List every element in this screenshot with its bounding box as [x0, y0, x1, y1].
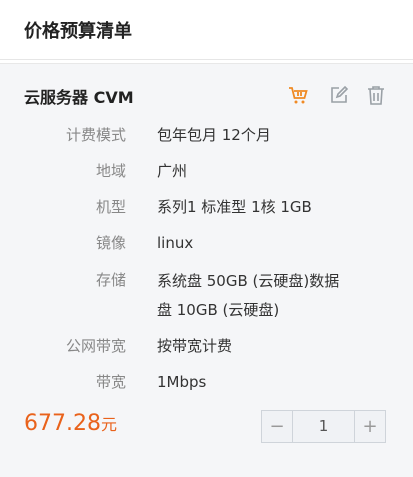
spec-label: 带宽 — [95, 373, 126, 391]
spec-label: 计费模式 — [65, 126, 126, 144]
spec-value: linux — [157, 234, 194, 252]
edit-icon[interactable] — [328, 84, 350, 106]
decrement-button[interactable]: − — [262, 411, 293, 442]
spec-label: 公网带宽 — [65, 337, 126, 355]
cart-icon[interactable] — [287, 84, 309, 106]
increment-button[interactable]: + — [354, 411, 385, 442]
quantity-stepper: − 1 + — [261, 410, 386, 443]
price-unit: 元 — [100, 415, 117, 434]
quantity-input[interactable]: 1 — [293, 411, 354, 442]
spec-value: 按带宽计费 — [157, 337, 233, 355]
spec-value: 系列1 标准型 1核 1GB — [157, 198, 312, 216]
page-title: 价格预算清单 — [0, 0, 413, 60]
product-card: 云服务器 CVM 计费模式 包年包月 12个月 地域 广州 机型 系列1 标准型… — [0, 63, 413, 477]
price: 677.28元 — [24, 411, 117, 436]
spec-label: 地域 — [95, 162, 126, 180]
trash-icon[interactable] — [365, 84, 387, 106]
spec-value: 广州 — [157, 162, 188, 180]
spec-label: 镜像 — [95, 234, 126, 252]
spec-value: 系统盘 50GB (云硬盘)数据盘 10GB (云硬盘) — [157, 272, 340, 319]
price-amount: 677.28 — [24, 411, 101, 436]
spec-value: 1Mbps — [157, 373, 207, 391]
spec-label: 存储 — [95, 271, 126, 289]
spec-value: 包年包月 12个月 — [157, 126, 271, 144]
product-title: 云服务器 CVM — [24, 88, 134, 107]
spec-label: 机型 — [95, 198, 126, 216]
